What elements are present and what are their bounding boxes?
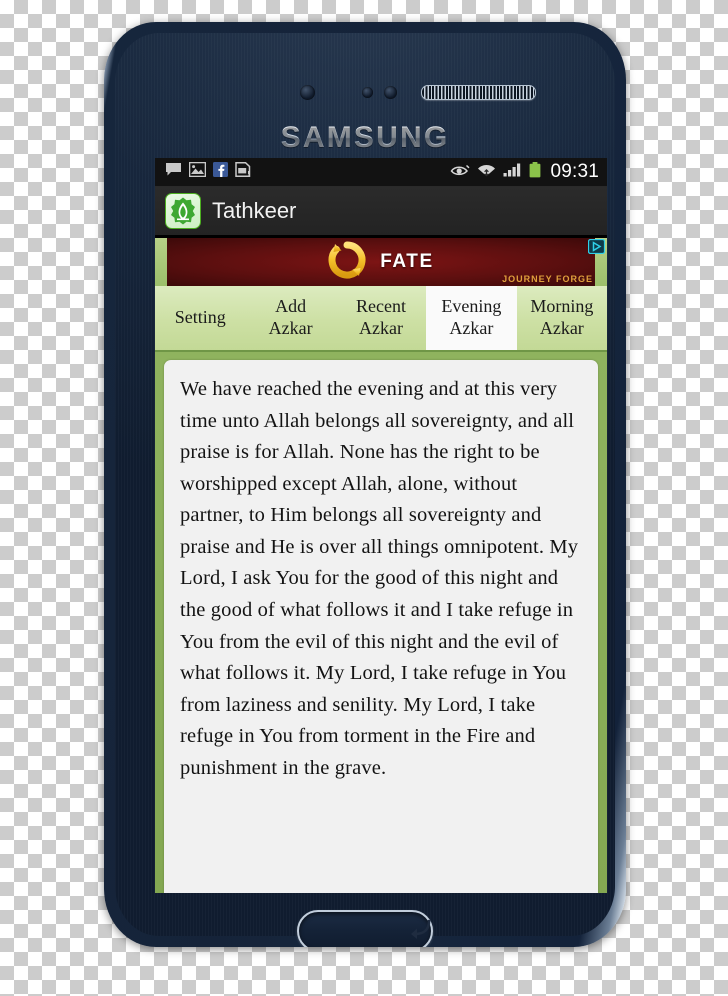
proximity-sensor-icon	[362, 87, 373, 98]
azkar-tab-bar: Setting Add Azkar Recent Azkar Evening A…	[155, 286, 607, 352]
status-bar-system-icons: 09:31	[450, 161, 599, 183]
status-bar-notifications	[165, 161, 251, 182]
content-area: We have reached the evening and at this …	[155, 352, 607, 893]
tab-recent-azkar-label-2: Azkar	[359, 318, 403, 338]
tab-morning-azkar[interactable]: Morning Azkar	[517, 286, 607, 350]
message-icon	[165, 162, 182, 182]
ad-left-edge	[155, 238, 167, 286]
battery-icon	[529, 161, 541, 183]
smart-stay-eye-icon	[450, 163, 470, 182]
app-action-bar: Tathkeer	[155, 187, 607, 236]
earpiece-speaker-icon	[421, 85, 536, 100]
back-key-icon[interactable]	[403, 917, 433, 946]
phone-screen: 09:31 Tathkeer FATE JOURNEY FORGE Settin…	[155, 158, 607, 893]
tab-evening-azkar-label-1: Evening	[441, 296, 502, 317]
tab-setting[interactable]: Setting	[155, 286, 245, 350]
phone-bezel: SAMSUNG 09:31 Tathkeer FATE JOURNEY FORG…	[115, 33, 615, 947]
tab-add-azkar[interactable]: Add Azkar	[245, 286, 335, 350]
tab-morning-azkar-label-1: Morning	[530, 296, 594, 317]
fate-ring-logo-icon	[328, 241, 366, 284]
samsung-phone-device: SAMSUNG 09:31 Tathkeer FATE JOURNEY FORG…	[104, 22, 626, 947]
ad-content: FATE	[328, 241, 434, 284]
tab-evening-azkar-label-2: Azkar	[449, 318, 494, 338]
tab-evening-azkar[interactable]: Evening Azkar	[426, 286, 517, 350]
signal-bars-icon	[503, 162, 522, 182]
sd-card-icon	[235, 161, 251, 182]
azkar-text: We have reached the evening and at this …	[180, 378, 579, 779]
tab-recent-azkar-label-1: Recent	[356, 296, 406, 317]
tab-add-azkar-label-1: Add	[275, 296, 307, 317]
status-bar[interactable]: 09:31	[155, 158, 607, 187]
tab-add-azkar-label-2: Azkar	[268, 318, 313, 338]
app-title: Tathkeer	[212, 198, 297, 223]
facebook-icon	[213, 162, 228, 182]
ad-sponsor-name: JOURNEY FORGE	[502, 274, 593, 284]
azkar-card[interactable]: We have reached the evening and at this …	[164, 360, 598, 893]
ad-banner[interactable]: FATE JOURNEY FORGE	[155, 236, 607, 286]
tab-setting-label-1: Setting	[174, 307, 226, 328]
adchoices-icon[interactable]	[587, 238, 606, 259]
gallery-icon	[188, 161, 207, 182]
front-camera-icon	[300, 85, 315, 100]
wifi-icon	[477, 162, 496, 182]
tathkeer-app-icon[interactable]	[165, 193, 201, 229]
ad-title: FATE	[380, 251, 434, 272]
tab-recent-azkar[interactable]: Recent Azkar	[336, 286, 426, 350]
status-clock: 09:31	[550, 161, 599, 182]
samsung-brand-logo: SAMSUNG	[115, 121, 615, 155]
tab-morning-azkar-label-2: Azkar	[539, 318, 584, 338]
light-sensor-icon	[384, 86, 397, 99]
